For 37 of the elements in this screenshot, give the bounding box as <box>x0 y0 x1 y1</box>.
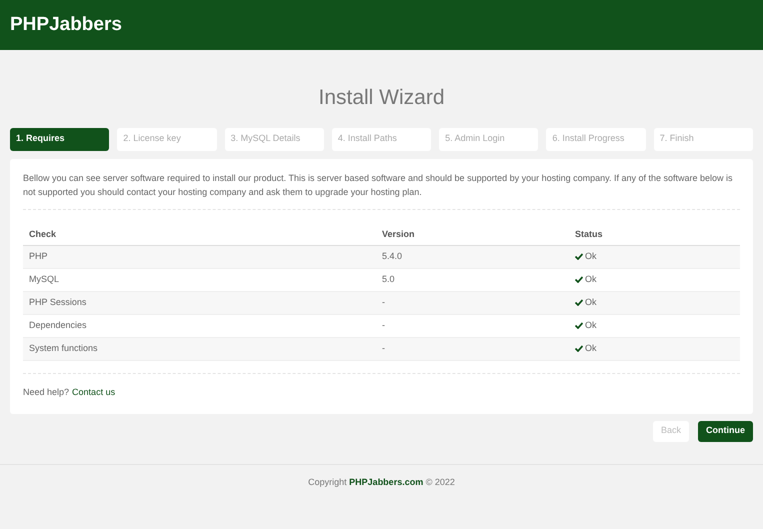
status-text: Ok <box>585 272 597 286</box>
status-text: Ok <box>585 250 597 263</box>
step-tab[interactable]: 6. Install Progress <box>546 128 646 150</box>
page-title: Install Wizard <box>318 85 445 111</box>
column-header: Check <box>23 224 376 246</box>
table-cell: 5.4.0 <box>376 246 569 268</box>
table-cell: PHP <box>23 246 376 268</box>
table-cell: 5.0 <box>376 268 569 292</box>
contact-link[interactable]: Contact us <box>72 386 116 400</box>
check-icon <box>575 322 583 329</box>
table-cell: PHP Sessions <box>23 292 376 314</box>
logo[interactable]: PHPJabbers <box>10 10 122 40</box>
status-text: Ok <box>585 296 597 309</box>
intro-text: Bellow you can see server software required to install our product. This is server based software and should be supported by your hosting company. If any of the software below is not supported you should contact your hosting company and ask them to upgrade your hosting plan. <box>23 172 734 198</box>
check-icon <box>575 298 583 306</box>
table-cell: Dependencies <box>23 314 376 338</box>
column-header: Version <box>376 224 569 246</box>
step-tab[interactable]: 7. Finish <box>654 128 753 150</box>
table-cell: System functions <box>23 338 376 360</box>
table-cell: - <box>376 292 569 314</box>
check-icon <box>575 276 583 283</box>
table-cell: - <box>376 314 569 338</box>
continue-button[interactable]: Continue <box>698 420 753 442</box>
copyright-text: Copyright PHPJabbers.com © 2022 <box>308 476 455 489</box>
check-icon <box>575 252 583 260</box>
status-text: Ok <box>585 318 597 332</box>
table-cell: MySQL <box>23 268 376 292</box>
step-tab[interactable]: 5. Admin Login <box>439 128 538 150</box>
status-text: Ok <box>585 342 597 355</box>
check-icon <box>575 344 583 352</box>
help-text: Need help? <box>23 386 70 399</box>
step-tab[interactable]: 3. MySQL Details <box>224 128 324 150</box>
column-header: Status <box>569 224 740 246</box>
step-tab[interactable]: 4. Install Paths <box>332 128 432 150</box>
table-cell: - <box>376 338 569 360</box>
step-tab[interactable]: 1. Requires <box>10 128 110 150</box>
step-tab[interactable]: 2. License key <box>117 128 217 150</box>
